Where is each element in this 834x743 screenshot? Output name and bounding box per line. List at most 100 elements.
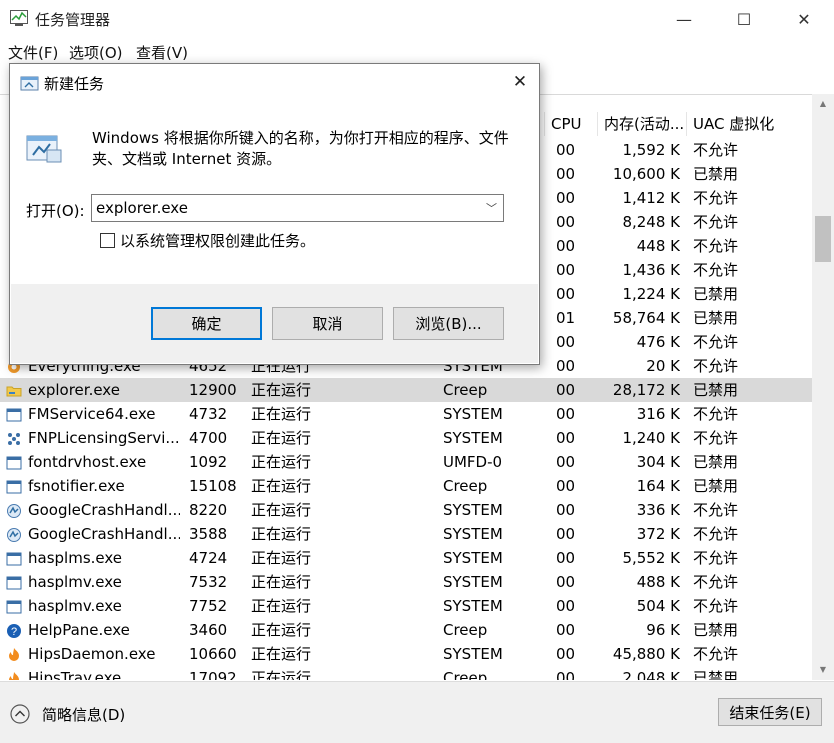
cell-cpu: 00 [556, 189, 576, 207]
app-window-icon [6, 574, 22, 590]
cell-name: hasplmv.exe [28, 573, 122, 591]
table-row[interactable]: ? HelpPane.exe 3460 正在运行 Creep 00 96 K 已禁用 [0, 618, 812, 642]
dialog-close-button[interactable]: ✕ [504, 68, 536, 96]
create-new-task-dialog: 新建任务 ✕ Windows 将根据你所键入的名称，为你打开相应的程序、文件夹、… [9, 63, 540, 365]
cell-status: 正在运行 [251, 573, 312, 591]
maximize-button[interactable]: ☐ [721, 0, 767, 38]
cell-user: SYSTEM [443, 597, 503, 615]
app-window-icon [6, 478, 22, 494]
ok-button[interactable]: 确定 [151, 307, 262, 340]
cell-cpu: 00 [556, 141, 576, 159]
open-combobox[interactable]: explorer.exe ﹀ [91, 194, 504, 222]
cell-uac: 不允许 [693, 429, 739, 447]
cell-cpu: 00 [556, 621, 576, 639]
fewer-details-button[interactable]: 简略信息(D) [10, 702, 125, 726]
table-row[interactable]: GoogleCrashHandl... 8220 正在运行 SYSTEM 00 336 K… [0, 498, 812, 522]
table-row[interactable]: FNPLicensingServi... 4700 正在运行 SYSTEM 00 1,24… [0, 426, 812, 450]
cell-uac: 不允许 [693, 333, 739, 351]
dialog-title: 新建任务 [44, 75, 105, 93]
cell-cpu: 00 [556, 597, 576, 615]
cell-name: GoogleCrashHandl... [28, 525, 180, 543]
cell-cpu: 00 [556, 213, 576, 231]
column-header-memory[interactable]: 内存(活动... [597, 112, 685, 136]
license-icon [6, 430, 22, 446]
folder-icon [6, 382, 22, 398]
cell-uac: 不允许 [693, 237, 739, 255]
cell-uac: 已禁用 [693, 381, 739, 399]
admin-checkbox-label[interactable]: 以系统管理权限创建此任务。 [120, 230, 315, 251]
cell-mem: 58,764 K [612, 309, 680, 327]
cell-name: fontdrvhost.exe [28, 453, 147, 471]
table-row[interactable]: HipsTray.exe 17092 正在运行 Creep 00 2,048 K 已禁用 [0, 666, 812, 680]
cell-mem: 28,172 K [612, 381, 680, 399]
cell-uac: 不允许 [693, 141, 739, 159]
cancel-button[interactable]: 取消 [272, 307, 383, 340]
cell-cpu: 00 [556, 165, 576, 183]
table-row[interactable]: fsnotifier.exe 15108 正在运行 Creep 00 164 K 已禁用 [0, 474, 812, 498]
bottom-bar: 简略信息(D) 结束任务(E) [0, 681, 834, 743]
cell-mem: 336 K [636, 501, 680, 519]
dialog-description: Windows 将根据你所键入的名称，为你打开相应的程序、文件夹、文档或 Int… [92, 129, 509, 168]
menu-file[interactable]: 文件(F) [8, 42, 58, 63]
fewer-details-label: 简略信息(D) [42, 705, 126, 724]
menu-bar: 文件(F) 选项(O) 查看(V) [0, 38, 834, 64]
cell-uac: 已禁用 [693, 165, 739, 183]
menu-options[interactable]: 选项(O) [69, 42, 123, 63]
cell-uac: 不允许 [693, 501, 739, 519]
cell-mem: 476 K [636, 333, 680, 351]
cell-pid: 12900 [189, 381, 237, 399]
scrollbar-thumb[interactable] [815, 216, 831, 262]
table-row[interactable]: hasplmv.exe 7752 正在运行 SYSTEM 00 504 K 不允许 [0, 594, 812, 618]
cell-user: Creep [443, 477, 488, 495]
table-row[interactable]: hasplmv.exe 7532 正在运行 SYSTEM 00 488 K 不允许 [0, 570, 812, 594]
cell-user: Creep [443, 621, 488, 639]
cell-cpu: 00 [556, 429, 576, 447]
chevron-down-icon[interactable]: ﹀ [486, 200, 497, 216]
minimize-button[interactable]: — [661, 0, 707, 38]
cell-uac: 不允许 [693, 573, 739, 591]
browse-button[interactable]: 浏览(B)... [393, 307, 504, 340]
table-row[interactable]: fontdrvhost.exe 1092 正在运行 UMFD-0 00 304 K 已禁用 [0, 450, 812, 474]
column-header-cpu[interactable]: CPU [544, 112, 586, 136]
window-title: 任务管理器 [35, 11, 111, 29]
svg-text:?: ? [11, 626, 17, 638]
cell-status: 正在运行 [251, 669, 312, 680]
cell-mem: 2,048 K [622, 669, 680, 680]
cell-cpu: 00 [556, 573, 576, 591]
table-row[interactable]: hasplms.exe 4724 正在运行 SYSTEM 00 5,552 K 不允许 [0, 546, 812, 570]
run-program-icon [26, 135, 62, 163]
scroll-up-icon[interactable]: ▲ [812, 96, 834, 112]
cell-name: FMService64.exe [28, 405, 156, 423]
cell-status: 正在运行 [251, 621, 312, 639]
open-input-value[interactable]: explorer.exe [96, 199, 188, 217]
cell-status: 正在运行 [251, 429, 312, 447]
cell-mem: 1,592 K [622, 141, 680, 159]
cell-cpu: 00 [556, 381, 576, 399]
cell-pid: 15108 [189, 477, 237, 495]
cell-pid: 4732 [189, 405, 228, 423]
cell-uac: 不允许 [693, 213, 739, 231]
cell-mem: 1,240 K [622, 429, 680, 447]
end-task-button[interactable]: 结束任务(E) [718, 698, 822, 726]
column-header-uac[interactable]: UAC 虚拟化 [686, 112, 812, 136]
cell-uac: 不允许 [693, 405, 739, 423]
cell-uac: 已禁用 [693, 285, 739, 303]
cell-cpu: 00 [556, 501, 576, 519]
table-row[interactable]: HipsDaemon.exe 10660 正在运行 SYSTEM 00 45,880 K 不… [0, 642, 812, 666]
cell-pid: 8220 [189, 501, 228, 519]
cell-status: 正在运行 [251, 645, 312, 663]
cell-user: SYSTEM [443, 525, 503, 543]
cell-mem: 20 K [646, 357, 680, 375]
cell-uac: 已禁用 [693, 453, 739, 471]
menu-view[interactable]: 查看(V) [136, 42, 188, 63]
table-row[interactable]: FMService64.exe 4732 正在运行 SYSTEM 00 316 K 不允许 [0, 402, 812, 426]
cell-user: Creep [443, 381, 488, 399]
cell-status: 正在运行 [251, 525, 312, 543]
vertical-scrollbar[interactable]: ▲ ▼ [812, 94, 834, 680]
close-button[interactable]: ✕ [781, 0, 827, 38]
table-row[interactable]: explorer.exe 12900 正在运行 Creep 00 28,172 K 已禁用 [0, 378, 812, 402]
scroll-down-icon[interactable]: ▼ [812, 662, 834, 678]
table-row[interactable]: GoogleCrashHandl... 3588 正在运行 SYSTEM 00 372 K… [0, 522, 812, 546]
admin-checkbox[interactable] [100, 233, 115, 248]
admin-checkbox-row[interactable]: 以系统管理权限创建此任务。 [100, 230, 315, 251]
